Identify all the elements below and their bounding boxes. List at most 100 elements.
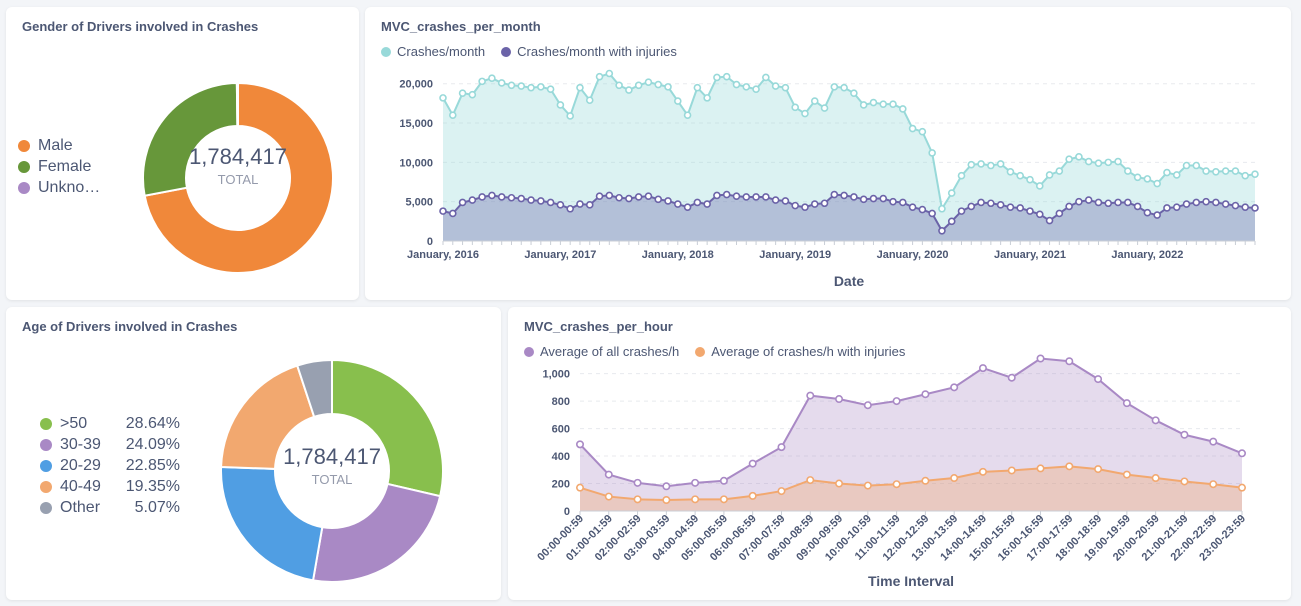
data-point[interactable] xyxy=(1122,470,1131,479)
data-point[interactable] xyxy=(1035,182,1044,190)
data-point[interactable] xyxy=(448,209,457,218)
data-point[interactable] xyxy=(1104,158,1113,167)
data-point[interactable] xyxy=(801,109,809,118)
data-point[interactable] xyxy=(781,83,790,92)
data-point[interactable] xyxy=(892,480,901,489)
data-point[interactable] xyxy=(585,201,594,209)
data-point[interactable] xyxy=(950,383,959,392)
data-point[interactable] xyxy=(585,96,594,105)
data-point[interactable] xyxy=(517,82,526,90)
data-point[interactable] xyxy=(762,193,770,201)
data-point[interactable] xyxy=(830,190,839,199)
data-point[interactable] xyxy=(488,74,496,83)
data-point[interactable] xyxy=(889,197,897,206)
data-point[interactable] xyxy=(595,72,604,81)
data-point[interactable] xyxy=(879,100,888,108)
data-point[interactable] xyxy=(1036,464,1045,473)
data-point[interactable] xyxy=(918,127,927,136)
data-point[interactable] xyxy=(835,395,844,404)
data-point[interactable] xyxy=(507,193,516,202)
data-point[interactable] xyxy=(497,79,506,87)
data-point[interactable] xyxy=(693,198,702,207)
data-point[interactable] xyxy=(810,97,819,105)
data-point[interactable] xyxy=(1192,198,1201,207)
data-point[interactable] xyxy=(859,101,868,109)
data-point[interactable] xyxy=(625,194,633,203)
data-point[interactable] xyxy=(892,397,901,406)
data-point[interactable] xyxy=(996,201,1005,209)
data-point[interactable] xyxy=(1151,474,1160,483)
data-point[interactable] xyxy=(683,203,692,211)
data-point[interactable] xyxy=(1212,198,1220,207)
data-point[interactable] xyxy=(859,195,868,204)
data-point[interactable] xyxy=(604,470,613,479)
data-point[interactable] xyxy=(605,191,614,200)
data-point[interactable] xyxy=(566,204,574,213)
data-point[interactable] xyxy=(938,204,946,213)
data-point[interactable] xyxy=(1006,168,1015,176)
data-point[interactable] xyxy=(918,205,927,214)
data-point[interactable] xyxy=(899,198,907,207)
data-point[interactable] xyxy=(691,478,700,487)
data-point[interactable] xyxy=(889,100,897,108)
data-point[interactable] xyxy=(921,390,930,399)
data-point[interactable] xyxy=(957,171,966,180)
data-point[interactable] xyxy=(625,86,633,94)
data-point[interactable] xyxy=(987,161,995,170)
data-point[interactable] xyxy=(1133,173,1142,182)
data-point[interactable] xyxy=(556,201,565,209)
data-point[interactable] xyxy=(1035,210,1044,219)
data-point[interactable] xyxy=(719,476,728,485)
data-point[interactable] xyxy=(1237,483,1246,492)
data-point[interactable] xyxy=(1221,167,1230,175)
data-point[interactable] xyxy=(439,94,447,102)
data-point[interactable] xyxy=(835,479,844,488)
data-point[interactable] xyxy=(1055,167,1064,175)
data-point[interactable] xyxy=(1122,399,1131,408)
data-point[interactable] xyxy=(527,196,535,204)
data-point[interactable] xyxy=(1143,208,1152,217)
data-point[interactable] xyxy=(527,83,535,92)
data-point[interactable] xyxy=(664,83,672,91)
data-point[interactable] xyxy=(576,83,584,92)
data-point[interactable] xyxy=(1151,416,1160,425)
data-point[interactable] xyxy=(644,78,653,86)
data-point[interactable] xyxy=(978,364,987,373)
data-point[interactable] xyxy=(1094,375,1103,384)
data-point[interactable] xyxy=(732,192,741,200)
data-point[interactable] xyxy=(1237,449,1246,458)
data-point[interactable] xyxy=(1143,175,1152,183)
data-point[interactable] xyxy=(732,80,741,89)
data-point[interactable] xyxy=(752,193,760,201)
data-point[interactable] xyxy=(957,207,966,215)
data-point[interactable] xyxy=(781,197,790,205)
data-point[interactable] xyxy=(448,111,457,119)
data-point[interactable] xyxy=(1045,216,1054,225)
data-point[interactable] xyxy=(1124,167,1132,175)
data-point[interactable] xyxy=(879,194,888,203)
data-point[interactable] xyxy=(654,195,663,204)
data-point[interactable] xyxy=(1182,161,1191,170)
data-point[interactable] xyxy=(576,440,585,449)
data-point[interactable] xyxy=(683,111,692,119)
data-point[interactable] xyxy=(673,200,682,208)
data-point[interactable] xyxy=(1221,200,1230,208)
data-point[interactable] xyxy=(977,160,985,168)
data-point[interactable] xyxy=(719,495,728,504)
data-point[interactable] xyxy=(810,200,819,208)
data-point[interactable] xyxy=(439,207,447,215)
data-point[interactable] xyxy=(869,98,878,107)
data-point[interactable] xyxy=(1084,196,1093,204)
data-point[interactable] xyxy=(1192,161,1201,170)
data-point[interactable] xyxy=(806,476,815,485)
data-point[interactable] xyxy=(1104,199,1113,208)
data-point[interactable] xyxy=(1094,198,1103,207)
data-point[interactable] xyxy=(1075,153,1083,161)
data-point[interactable] xyxy=(947,217,956,226)
data-point[interactable] xyxy=(1241,171,1250,180)
data-point[interactable] xyxy=(1231,167,1240,175)
data-point[interactable] xyxy=(634,193,643,201)
data-point[interactable] xyxy=(566,112,574,120)
data-point[interactable] xyxy=(664,197,672,205)
data-point[interactable] xyxy=(1202,167,1210,175)
